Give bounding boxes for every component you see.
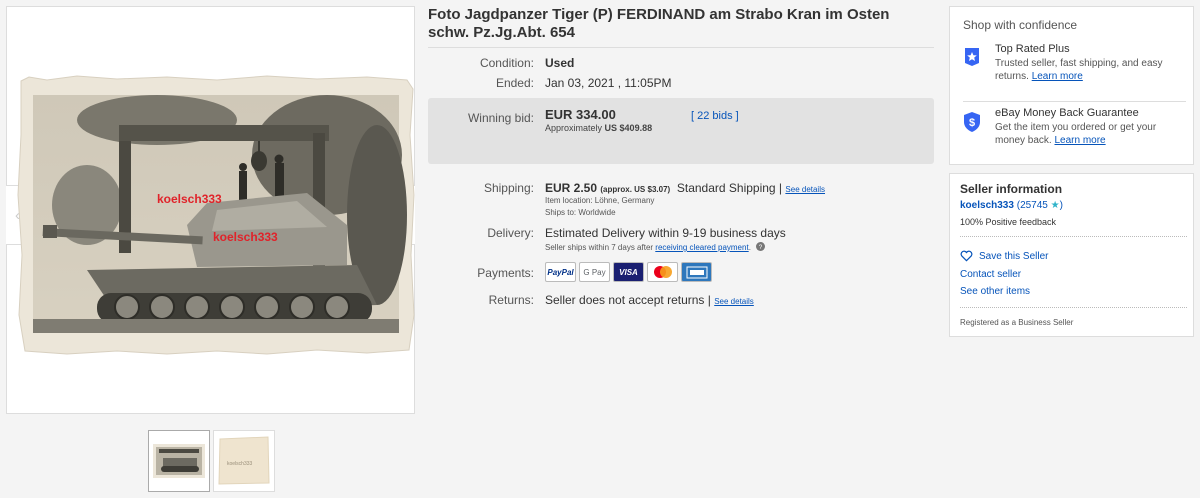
shipping-see-details-link[interactable]: See details bbox=[785, 185, 825, 194]
shipping-cost: EUR 2.50 bbox=[545, 181, 598, 195]
approx-prefix: Approximately bbox=[545, 123, 603, 133]
item-location: Item location: Löhne, Germany bbox=[545, 196, 655, 205]
bids-link[interactable]: 22 bids bbox=[697, 110, 732, 122]
svg-text:$: $ bbox=[969, 117, 975, 129]
visa-text: VISA bbox=[619, 267, 638, 277]
visa-icon: VISA bbox=[613, 262, 644, 282]
approx-price: Approximately US $409.88 bbox=[545, 123, 652, 133]
seller-info-title: Seller information bbox=[960, 182, 1063, 196]
returns-value: Seller does not accept returns | See det… bbox=[545, 293, 754, 307]
top-rated-badge-icon bbox=[965, 48, 979, 66]
google-pay-icon: G Pay bbox=[579, 262, 610, 282]
save-seller-label: Save this Seller bbox=[979, 250, 1049, 262]
winning-bid-box: Winning bid: EUR 334.00 Approximately US… bbox=[428, 98, 934, 164]
shipping-label: Shipping: bbox=[483, 181, 534, 195]
svg-text:koelsch333: koelsch333 bbox=[213, 230, 278, 244]
save-seller-button[interactable]: Save this Seller bbox=[960, 250, 1048, 262]
image-gallery: ‹ › bbox=[6, 6, 415, 414]
top-rated-heading: Top Rated Plus bbox=[995, 43, 1070, 55]
score-close: ) bbox=[1059, 200, 1063, 211]
seller-score[interactable]: (25745 ★) bbox=[1017, 200, 1063, 211]
condition-text: Used bbox=[545, 56, 575, 70]
positive-feedback: 100% Positive feedback bbox=[960, 217, 1057, 227]
seller-name-link[interactable]: koelsch333 bbox=[960, 200, 1014, 211]
paypal-text: PayPal bbox=[547, 267, 574, 277]
guarantee-heading: eBay Money Back Guarantee bbox=[995, 107, 1139, 119]
condition-value: Used bbox=[545, 56, 574, 70]
returns-text: Seller does not accept returns | bbox=[545, 293, 711, 307]
delivery-value: Estimated Delivery within 9-19 business … bbox=[545, 226, 786, 240]
seller-information-panel: Seller information koelsch333 (25745 ★) … bbox=[949, 173, 1194, 337]
guarantee-description: Get the item you ordered or get your mon… bbox=[995, 121, 1185, 147]
returns-see-details-link[interactable]: See details bbox=[714, 297, 754, 306]
delivery-label: Delivery: bbox=[487, 226, 534, 240]
winning-bid-label: Winning bid: bbox=[467, 111, 534, 125]
thumbnail-image bbox=[153, 444, 205, 478]
winning-bid-price: EUR 334.00 bbox=[545, 107, 616, 122]
svg-text:koelsch333: koelsch333 bbox=[157, 192, 222, 206]
thumbnail-photo-back[interactable]: koelsch333 bbox=[213, 430, 275, 492]
cleared-payment-link[interactable]: receiving cleared payment bbox=[655, 243, 748, 252]
shipping-value: EUR 2.50 (approx. US $3.07) Standard Shi… bbox=[545, 181, 825, 195]
top-rated-description: Trusted seller, fast shipping, and easy … bbox=[995, 57, 1185, 83]
business-seller-note: Registered as a Business Seller bbox=[960, 318, 1074, 327]
divider bbox=[428, 47, 934, 48]
bid-count: [ 22 bids ] bbox=[691, 110, 739, 122]
google-pay-text: G Pay bbox=[583, 267, 606, 277]
divider bbox=[960, 236, 1187, 237]
shipping-method: Standard Shipping | bbox=[676, 181, 783, 195]
thumbnail-photo-front[interactable] bbox=[148, 430, 210, 492]
mastercard-logo bbox=[653, 266, 672, 278]
shield-dollar-icon: $ bbox=[964, 112, 980, 132]
approx-value: US $409.88 bbox=[604, 123, 653, 133]
divider bbox=[960, 307, 1187, 308]
star-icon: ★ bbox=[1050, 200, 1060, 211]
guarantee-learn-more-link[interactable]: Learn more bbox=[1054, 135, 1105, 146]
see-other-items-link[interactable]: See other items bbox=[960, 286, 1030, 297]
ships-to: Ships to: Worldwide bbox=[545, 208, 616, 217]
payments-label: Payments: bbox=[477, 266, 534, 280]
ended-label: Ended: bbox=[495, 76, 534, 90]
shipping-approx: (approx. US $3.07) bbox=[600, 185, 671, 194]
item-title: Foto Jagdpanzer Tiger (P) FERDINAND am S… bbox=[428, 6, 890, 41]
mastercard-icon bbox=[647, 262, 678, 282]
svg-text:koelsch333: koelsch333 bbox=[227, 461, 253, 467]
seller-name-row: koelsch333 (25745 ★) bbox=[960, 200, 1063, 211]
returns-label: Returns: bbox=[488, 293, 534, 307]
main-item-photo[interactable]: koelsch333 koelsch333 bbox=[17, 75, 415, 355]
delivery-note: Seller ships within 7 days after receivi… bbox=[545, 242, 766, 252]
top-rated-learn-more-link[interactable]: Learn more bbox=[1032, 71, 1083, 82]
delivery-note-text: Seller ships within 7 days after bbox=[545, 243, 654, 252]
help-icon[interactable]: ? bbox=[756, 242, 766, 251]
svg-text:?: ? bbox=[759, 244, 763, 251]
amex-logo bbox=[686, 266, 707, 278]
divider bbox=[963, 101, 1186, 102]
contact-seller-link[interactable]: Contact seller bbox=[960, 269, 1021, 280]
payment-methods: PayPal G Pay VISA bbox=[545, 262, 712, 282]
ended-value: Jan 03, 2021 , 11:05PM bbox=[545, 76, 672, 90]
feedback-score: 25745 bbox=[1020, 200, 1048, 211]
condition-label: Condition: bbox=[479, 56, 534, 70]
amex-icon bbox=[681, 262, 712, 282]
confidence-title: Shop with confidence bbox=[963, 18, 1078, 32]
shop-with-confidence-panel: Shop with confidence Top Rated Plus Trus… bbox=[949, 6, 1194, 165]
paypal-icon: PayPal bbox=[545, 262, 576, 282]
thumbnail-strip: koelsch333 bbox=[148, 430, 275, 492]
thumbnail-image: koelsch333 bbox=[218, 436, 270, 485]
heart-icon bbox=[960, 250, 973, 262]
